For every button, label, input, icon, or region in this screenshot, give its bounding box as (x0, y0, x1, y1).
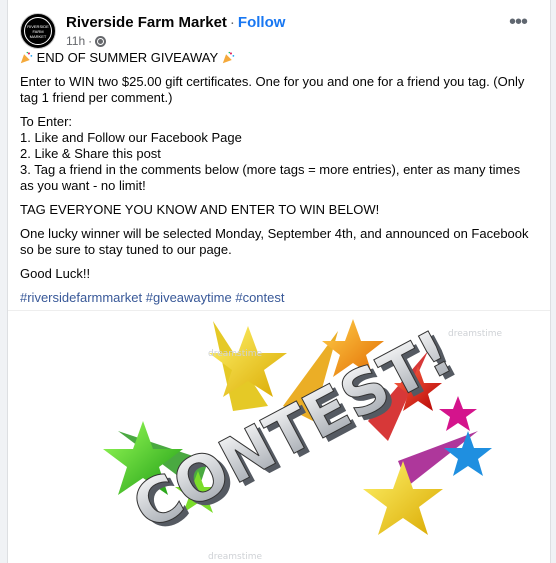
to-enter-title: To Enter: (20, 114, 73, 129)
to-enter-section: To Enter: 1. Like and Follow our Faceboo… (20, 114, 530, 194)
blue-star (444, 431, 492, 476)
post-meta: 11h · (66, 34, 107, 48)
globe-icon[interactable] (95, 35, 107, 47)
step-1: 1. Like and Follow our Facebook Page (20, 130, 242, 145)
winner-line: One lucky winner will be selected Monday… (20, 226, 529, 257)
more-options-icon[interactable]: ••• (504, 12, 532, 38)
timestamp-separator: · (88, 34, 93, 48)
name-separator: · (229, 14, 235, 31)
hashtag-link[interactable]: #contest (235, 290, 284, 305)
avatar-logo: RIVERSIDE FARM MARKET (24, 17, 52, 45)
post-author-line: Riverside Farm Market · Follow (66, 14, 285, 31)
contest-graphic: CONTEST! CONTEST! dreamstime dreamstime … (103, 315, 503, 562)
page-avatar[interactable]: RIVERSIDE FARM MARKET (20, 13, 56, 49)
watermark: dreamstime (208, 552, 263, 562)
post-image[interactable]: CONTEST! CONTEST! dreamstime dreamstime … (8, 310, 550, 563)
hashtags: #riversidefarmmarket #giveawaytime #cont… (20, 290, 530, 306)
post-card: RIVERSIDE FARM MARKET Riverside Farm Mar… (7, 0, 551, 563)
post-body: END OF SUMMER GIVEAWAY Enter to WIN two … (20, 50, 530, 314)
step-2: 2. Like & Share this post (20, 146, 161, 161)
magenta-star (439, 396, 477, 431)
watermark: dreamstime (448, 329, 503, 339)
watermark: dreamstime (208, 349, 263, 359)
party-popper-icon (20, 51, 33, 64)
headline-text: END OF SUMMER GIVEAWAY (36, 50, 218, 65)
page-name-link[interactable]: Riverside Farm Market (66, 14, 227, 31)
tag-line: TAG EVERYONE YOU KNOW AND ENTER TO WIN B… (20, 202, 380, 217)
hashtag-link[interactable]: #giveawaytime (146, 290, 232, 305)
good-luck: Good Luck!! (20, 266, 91, 281)
post-header: RIVERSIDE FARM MARKET Riverside Farm Mar… (20, 10, 540, 50)
intro-text: Enter to WIN two $25.00 gift certificate… (20, 74, 525, 105)
headline: END OF SUMMER GIVEAWAY (20, 50, 530, 66)
follow-button[interactable]: Follow (238, 14, 286, 31)
yellow-star-bottom (363, 461, 443, 535)
party-popper-icon (222, 51, 234, 64)
hashtag-link[interactable]: #riversidefarmmarket (20, 290, 142, 305)
step-3: 3. Tag a friend in the comments below (m… (20, 162, 521, 193)
post-timestamp[interactable]: 11h (66, 34, 85, 48)
